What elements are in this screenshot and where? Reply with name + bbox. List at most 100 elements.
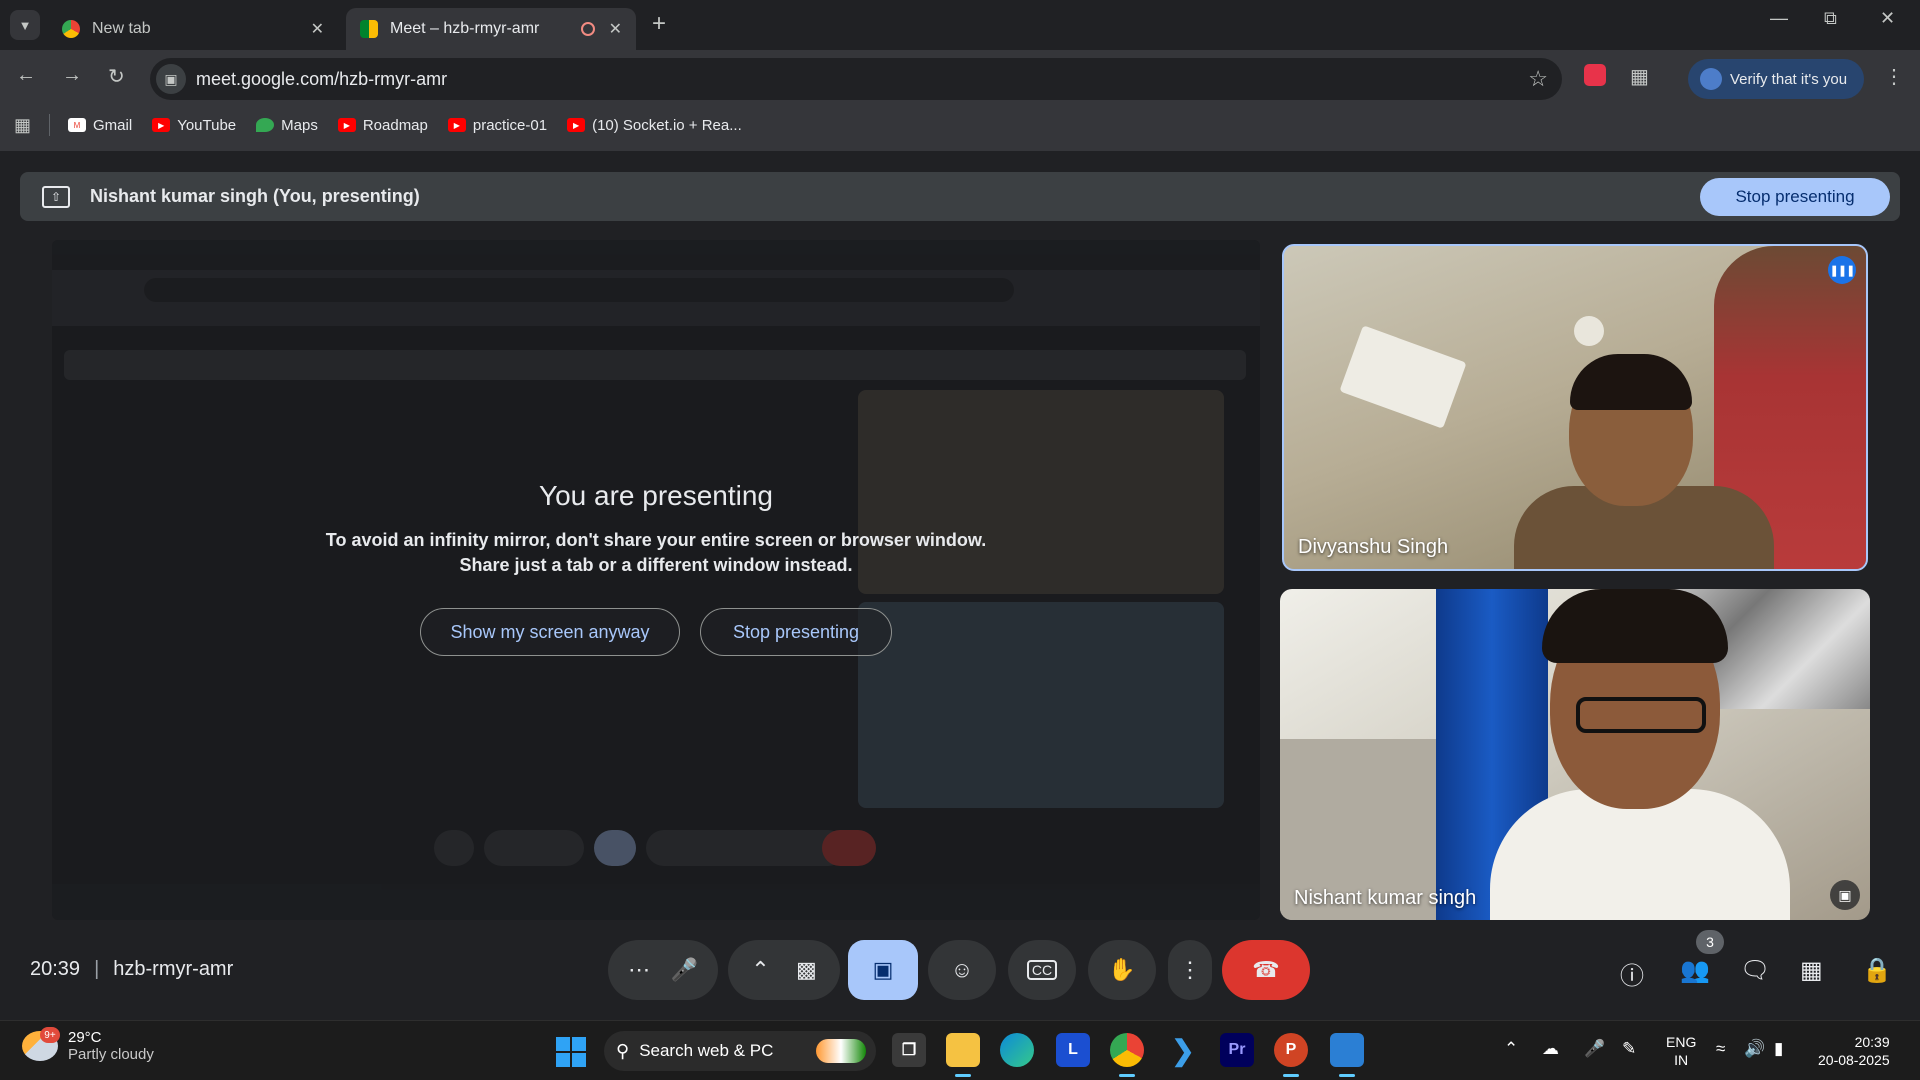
bookmark-label: (10) Socket.io + Rea... <box>592 116 742 134</box>
captions-button[interactable]: CC <box>1008 940 1076 1000</box>
activities-grid-icon[interactable]: ▦ <box>1800 956 1823 985</box>
vscode-icon[interactable]: ❯ <box>1166 1033 1200 1067</box>
bookmark-gmail[interactable]: M Gmail <box>68 117 132 134</box>
tab-meet[interactable]: Meet – hzb-rmyr-amr ✕ <box>346 8 636 50</box>
emoji-reactions-button[interactable]: ☺ <box>928 940 996 1000</box>
l-app-icon[interactable]: L <box>1056 1033 1090 1067</box>
speaking-indicator-icon: ❚❚❚ <box>1828 256 1856 284</box>
tab-strip: ▼ New tab ✕ Meet – hzb-rmyr-amr ✕ + — ⧉ … <box>0 0 1920 50</box>
chat-icon[interactable]: 🗨 <box>1740 956 1770 985</box>
youtube-icon: ▶ <box>337 118 356 132</box>
new-tab-button[interactable]: + <box>652 10 666 38</box>
meeting-details-icon[interactable]: ⓘ <box>1620 956 1644 991</box>
tab-title: Meet – hzb-rmyr-amr <box>390 20 540 37</box>
start-button[interactable] <box>556 1037 586 1067</box>
bookmark-practice[interactable]: ▶ practice-01 <box>447 116 548 134</box>
back-icon[interactable]: ← <box>16 64 36 87</box>
windows-taskbar: 9+ 29°C Partly cloudy ⚲ Search web & PC … <box>0 1020 1920 1080</box>
stop-presenting-button[interactable]: Stop presenting <box>700 608 892 656</box>
bookmark-socketio[interactable]: ▶ (10) Socket.io + Rea... <box>567 117 742 134</box>
weather-widget[interactable]: 9+ 29°C Partly cloudy <box>22 1027 154 1063</box>
taskbar-search[interactable]: ⚲ Search web & PC <box>604 1031 876 1071</box>
participant-name: Divyanshu Singh <box>1298 536 1449 558</box>
bookmark-youtube[interactable]: ▶ YouTube <box>152 117 236 134</box>
extension-icon[interactable] <box>1584 64 1606 86</box>
lang-line2: IN <box>1674 1052 1689 1068</box>
present-screen-button[interactable]: ▣ <box>848 940 918 1000</box>
tab-new-tab[interactable]: New tab ✕ <box>48 8 338 50</box>
pen-icon[interactable]: ✎ <box>1622 1039 1636 1059</box>
onedrive-icon[interactable]: ☁ <box>1542 1039 1559 1059</box>
scene-ac <box>1339 325 1467 429</box>
participant-count-badge: 3 <box>1696 930 1724 954</box>
camera-icon[interactable]: ▩ <box>796 957 817 983</box>
minimize-icon[interactable]: — <box>1770 8 1788 29</box>
maps-icon <box>256 118 275 132</box>
volume-icon[interactable]: 🔊 <box>1744 1039 1765 1059</box>
site-info-icon[interactable]: ▣ <box>156 64 186 94</box>
chrome-icon[interactable] <box>1110 1033 1144 1077</box>
url-text[interactable]: meet.google.com/hzb-rmyr-amr <box>196 69 447 90</box>
gmail-icon: M <box>68 118 87 132</box>
bookmark-roadmap[interactable]: ▶ Roadmap <box>337 117 428 134</box>
close-tab-icon[interactable]: ✕ <box>311 19 324 39</box>
presenting-banner-text: Nishant kumar singh (You, presenting) <box>90 186 420 206</box>
stop-presenting-banner-button[interactable]: Stop presenting <box>1700 178 1890 216</box>
participant-tile-divyanshu[interactable]: ❚❚❚ Divyanshu Singh <box>1282 244 1868 571</box>
participant-tile-nishant[interactable]: ▣ Nishant kumar singh <box>1280 589 1870 920</box>
presenting-overlay: You are presenting To avoid an infinity … <box>52 240 1312 920</box>
forward-icon[interactable]: → <box>62 64 82 87</box>
hand-icon: ✋ <box>1108 957 1136 982</box>
video-control-group: ⌃ ▩ <box>728 940 840 1000</box>
present-screen-icon: ⇧ <box>42 185 70 208</box>
bookmark-label: practice-01 <box>472 116 548 134</box>
address-bar[interactable]: ▣ meet.google.com/hzb-rmyr-amr ☆ <box>150 58 1562 100</box>
file-explorer-icon[interactable] <box>946 1033 980 1077</box>
notification-badge: 9+ <box>40 1027 60 1043</box>
close-window-icon[interactable]: ✕ <box>1880 8 1895 29</box>
bookmark-star-icon[interactable]: ☆ <box>1528 66 1548 92</box>
lang-line1: ENG <box>1666 1034 1697 1050</box>
reload-icon[interactable]: ↻ <box>108 64 125 89</box>
scene-person <box>1542 589 1728 663</box>
bookmark-label: Maps <box>281 116 318 134</box>
captions-icon: CC <box>1026 960 1058 980</box>
youtube-icon: ▶ <box>567 118 586 132</box>
more-audio-options-icon[interactable]: ⋯ <box>628 957 650 983</box>
bookmark-maps[interactable]: Maps <box>256 117 318 134</box>
verify-label: Verify that it's you <box>1730 70 1848 88</box>
microphone-icon[interactable]: 🎤 <box>670 957 697 983</box>
powerpoint-icon[interactable]: P <box>1274 1033 1308 1077</box>
pin-self-icon[interactable]: ▣ <box>1830 880 1860 910</box>
meet-icon <box>360 20 378 38</box>
host-controls-icon[interactable]: 🔒 <box>1862 956 1892 985</box>
more-options-button[interactable]: ⋮ <box>1168 940 1212 1000</box>
extensions-puzzle-icon[interactable]: ▦ <box>1630 64 1649 89</box>
input-language[interactable]: ENG IN <box>1666 1033 1696 1069</box>
task-view-icon[interactable]: ❐ <box>892 1033 926 1067</box>
people-icon[interactable]: 👥 <box>1680 956 1710 985</box>
browser-menu-icon[interactable]: ⋮ <box>1884 64 1904 89</box>
restore-icon[interactable]: ⧉ <box>1824 8 1837 29</box>
show-hidden-icons[interactable]: ⌃ <box>1504 1039 1518 1059</box>
apps-grid-icon[interactable]: ▦ <box>14 115 31 136</box>
wifi-icon[interactable]: ≈ <box>1716 1039 1725 1059</box>
tab-search-button[interactable]: ▼ <box>10 10 40 40</box>
premiere-pro-icon[interactable]: Pr <box>1220 1033 1254 1067</box>
raise-hand-button[interactable]: ✋ <box>1088 940 1156 1000</box>
meeting-info: 20:39 | hzb-rmyr-amr <box>30 958 233 981</box>
system-clock[interactable]: 20:39 20-08-2025 <box>1818 1033 1890 1069</box>
scene-glasses <box>1576 697 1706 733</box>
edge-icon[interactable] <box>1000 1033 1034 1067</box>
verify-profile-button[interactable]: Verify that it's you <box>1688 59 1864 99</box>
close-tab-icon[interactable]: ✕ <box>609 19 622 39</box>
participant-name: Nishant kumar singh <box>1294 887 1477 909</box>
end-call-icon: ☎ <box>1252 957 1280 982</box>
temperature: 29°C <box>68 1029 102 1046</box>
microphone-in-use-icon[interactable]: 🎤 <box>1584 1039 1605 1059</box>
end-call-button[interactable]: ☎ <box>1222 940 1310 1000</box>
photos-icon[interactable] <box>1330 1033 1364 1077</box>
chevron-up-icon[interactable]: ⌃ <box>751 957 769 983</box>
show-screen-anyway-button[interactable]: Show my screen anyway <box>420 608 680 656</box>
battery-icon[interactable]: ▮ <box>1774 1039 1783 1059</box>
